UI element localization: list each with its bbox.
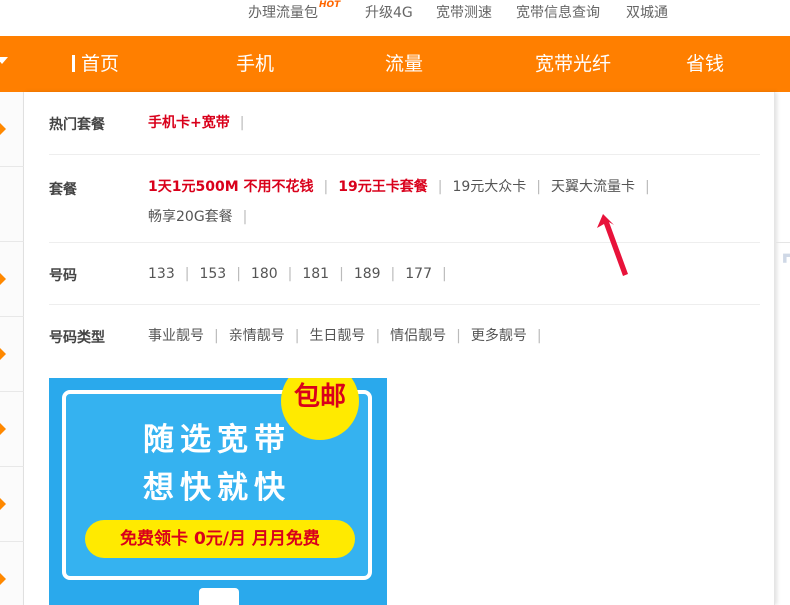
nav-broadband[interactable]: 宽带光纤	[535, 36, 611, 92]
chevron-right-icon	[0, 498, 6, 510]
row-items: 手机卡+宽带 |	[148, 108, 748, 138]
nav-save-money[interactable]: 省钱	[686, 36, 724, 92]
separator: |	[390, 266, 396, 282]
menu-link[interactable]: 153	[199, 266, 226, 282]
chevron-right-icon	[0, 273, 6, 285]
separator: |	[339, 266, 344, 282]
separator: |	[323, 179, 329, 195]
menu-link[interactable]: 亲情靓号	[229, 328, 285, 344]
top-link-upgrade-4g[interactable]: 升级4G	[365, 2, 413, 22]
row-items: 1天1元500M 不用不花钱 | 19元王卡套餐 | 19元大众卡 | 天翼大流量卡 | 畅享2…	[148, 172, 748, 232]
menu-link[interactable]: 177	[405, 266, 432, 282]
row-label: 热门套餐	[49, 117, 105, 133]
row-label: 号码	[49, 268, 77, 284]
banner-offer-pill: 免费领卡 0元/月 月月免费	[85, 520, 355, 558]
nav-phone[interactable]: 手机	[236, 36, 274, 92]
separator: |	[239, 115, 245, 131]
sidebar-item[interactable]	[0, 92, 24, 167]
separator: |	[236, 266, 241, 282]
separator: |	[536, 328, 542, 344]
menu-link[interactable]: 事业靓号	[148, 328, 204, 344]
menu-row-plans: 套餐 1天1元500M 不用不花钱 | 19元王卡套餐 | 19元大众卡 | 天翼大流量卡 |…	[49, 155, 760, 243]
background-fragment: ⌐	[780, 230, 790, 290]
sidebar-item[interactable]	[0, 242, 24, 317]
sidebar-item[interactable]	[0, 392, 24, 467]
top-link-data-pack[interactable]: 办理流量包HOT	[248, 0, 341, 22]
row-label: 号码类型	[49, 330, 105, 346]
annotation-arrow-icon	[597, 214, 628, 276]
separator: |	[456, 328, 461, 344]
menu-link[interactable]: 手机卡+宽带	[148, 115, 230, 131]
sidebar-item[interactable]	[0, 542, 24, 605]
row-items: 133 | 153 | 180 | 181 | 189 | 177 |	[148, 259, 748, 289]
top-link-broadband-query[interactable]: 宽带信息查询	[516, 2, 600, 22]
menu-link[interactable]: 133	[148, 266, 175, 282]
category-menu-toggle[interactable]	[0, 36, 16, 92]
chevron-right-icon	[0, 348, 6, 360]
separator: |	[287, 266, 293, 282]
separator: |	[294, 328, 300, 344]
category-sidebar	[0, 92, 24, 605]
monitor-stand	[199, 588, 239, 605]
main-nav: 首页 手机 流量 宽带光纤 省钱	[0, 36, 790, 92]
chevron-right-icon	[0, 123, 6, 135]
sidebar-item[interactable]	[0, 317, 24, 392]
menu-link[interactable]: 更多靓号	[471, 328, 527, 344]
menu-link[interactable]: 1天1元500M 不用不花钱	[148, 179, 314, 195]
row-label: 套餐	[49, 182, 77, 198]
sidebar-item[interactable]	[0, 467, 24, 542]
top-link-dual-city[interactable]: 双城通	[626, 2, 668, 22]
menu-link[interactable]: 180	[251, 266, 278, 282]
separator: |	[214, 328, 219, 344]
menu-link[interactable]: 情侣靓号	[390, 328, 446, 344]
menu-link[interactable]: 天翼大流量卡	[551, 179, 635, 195]
separator: |	[242, 209, 248, 225]
menu-link[interactable]: 19元大众卡	[452, 179, 526, 195]
menu-link[interactable]: 生日靓号	[309, 328, 365, 344]
menu-link[interactable]: 19元王卡套餐	[338, 179, 427, 195]
chevron-down-icon	[0, 57, 8, 64]
separator: |	[536, 179, 541, 195]
separator: |	[184, 266, 190, 282]
menu-row-numbers: 号码 133 | 153 | 180 | 181 | 189 | 177 |	[49, 243, 760, 305]
menu-row-hot-plans: 热门套餐 手机卡+宽带 |	[49, 92, 760, 155]
nav-data[interactable]: 流量	[385, 36, 423, 92]
chevron-right-icon	[0, 573, 6, 585]
nav-home[interactable]: 首页	[72, 36, 119, 92]
row-items: 事业靓号 | 亲情靓号 | 生日靓号 | 情侣靓号 | 更多靓号 |	[148, 321, 748, 351]
menu-link[interactable]: 189	[354, 266, 381, 282]
menu-row-number-types: 号码类型 事业靓号 | 亲情靓号 | 生日靓号 | 情侣靓号 | 更多靓号 |	[49, 305, 760, 367]
separator: |	[437, 179, 443, 195]
separator: |	[375, 328, 381, 344]
broadband-promo-banner[interactable]: 随选宽带 想快就快 免费领卡 0元/月 月月免费 包邮	[49, 378, 387, 605]
top-link-speed-test[interactable]: 宽带测速	[436, 2, 492, 22]
banner-subheadline: 想快就快	[143, 470, 291, 506]
separator: |	[442, 266, 447, 282]
separator: |	[644, 179, 650, 195]
hot-badge: HOT	[319, 0, 341, 11]
menu-link[interactable]: 181	[302, 266, 329, 282]
top-links-bar: 办理流量包HOT 升级4G 宽带测速 宽带信息查询 双城通	[0, 0, 790, 36]
active-marker	[72, 55, 75, 72]
menu-link[interactable]: 畅享20G套餐	[148, 209, 233, 225]
chevron-right-icon	[0, 423, 6, 435]
sidebar-item[interactable]	[0, 167, 24, 242]
